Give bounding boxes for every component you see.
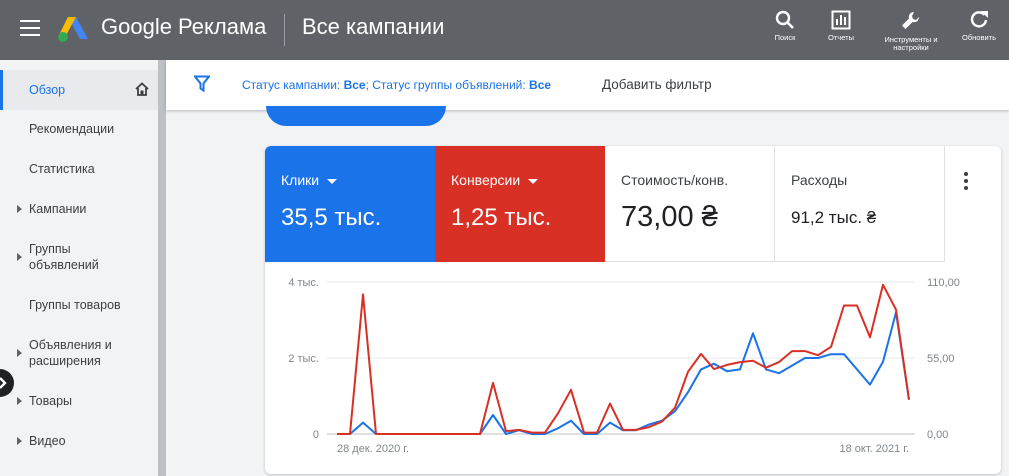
sidebar-item-campaigns[interactable]: Кампании <box>0 200 158 220</box>
refresh-button[interactable]: Обновить <box>947 10 1009 42</box>
ad-group-status-value: Все <box>529 78 552 92</box>
more-options-icon[interactable] <box>961 172 971 194</box>
y-tick-label-left: 4 тыс. <box>288 277 319 289</box>
expand-arrow-icon <box>17 205 22 213</box>
active-filters[interactable]: Статус кампании: Все; Статус группы объя… <box>242 78 551 92</box>
search-tool-label: Поиск <box>774 33 796 42</box>
sidebar-scrollbar[interactable] <box>158 60 166 476</box>
x-tick-label-start: 28 дек. 2020 г. <box>337 443 409 455</box>
sidebar-item-label: Группы товаров <box>29 298 121 312</box>
filter-icon[interactable] <box>194 75 210 93</box>
wrench-icon <box>902 11 920 30</box>
sidebar-item-ad-groups[interactable]: Группы объявлений <box>0 240 158 276</box>
metric-conversions-label: Конверсии <box>451 172 521 188</box>
collapse-sidebar-button[interactable] <box>0 369 14 397</box>
reports-tool-label: Отчеты <box>828 33 854 42</box>
header-divider <box>284 14 285 46</box>
sidebar-item-label: Кампании <box>29 202 87 216</box>
menu-icon[interactable] <box>20 20 40 36</box>
sidebar-item-product-groups[interactable]: Группы товаров <box>0 296 158 316</box>
reports-tool-button[interactable]: Отчеты <box>809 10 873 42</box>
performance-chart: 0 2 тыс. 4 тыс. 0,00 55,00 110,00 28 дек. 2020… <box>288 277 960 455</box>
y-tick-label-right: 110,00 <box>927 277 960 289</box>
sidebar-item-label: Обзор <box>29 83 66 97</box>
metric-clicks-value: 35,5 тыс. <box>281 204 382 231</box>
expand-arrow-icon <box>17 349 22 357</box>
expand-arrow-icon <box>17 397 22 405</box>
search-icon <box>775 10 794 29</box>
y-tick-label-left: 2 тыс. <box>288 353 319 365</box>
ad-group-status-label: ; Статус группы объявлений: <box>365 78 530 92</box>
metric-conversions[interactable]: Конверсии 1,25 тыс. <box>435 146 605 262</box>
sidebar-item-statistics[interactable]: Статистика <box>0 160 158 180</box>
sidebar-item-label: Видео <box>29 434 66 448</box>
caret-down-icon <box>327 178 338 184</box>
brand-name: Google Реклама <box>101 14 267 39</box>
sidebar-item-label: Рекомендации <box>29 122 115 136</box>
metric-conversions-value: 1,25 тыс. <box>451 204 552 231</box>
metric-clicks-label: Клики <box>281 172 320 188</box>
page-title[interactable]: Все кампании <box>302 14 444 40</box>
caret-down-icon <box>528 178 539 184</box>
metric-spend[interactable]: Расходы 91,2 тыс. ₴ <box>775 146 945 262</box>
metric-spend-value: 91,2 тыс. ₴ <box>791 208 877 227</box>
chevron-right-icon <box>0 377 7 389</box>
sidebar-item-products[interactable]: Товары <box>0 392 158 412</box>
x-tick-label-end: 18 окт. 2021 г. <box>839 443 909 455</box>
y-tick-label-right: 55,00 <box>927 353 955 365</box>
metric-clicks-selector[interactable]: Клики <box>281 172 338 188</box>
refresh-label: Обновить <box>962 33 996 42</box>
series-line-conversions <box>337 283 910 435</box>
metric-spend-label: Расходы <box>791 172 848 188</box>
top-app-bar: Google Реклама Все кампании Поиск Отчеты… <box>0 0 1009 60</box>
tools-settings-button[interactable]: Инструменты и настройки <box>879 10 943 52</box>
google-ads-logo <box>58 17 88 42</box>
home-icon <box>135 82 149 96</box>
performance-card: Клики 35,5 тыс. Конверсии 1,25 тыс. Стои… <box>265 146 1001 474</box>
y-tick-label-left: 0 <box>313 429 319 441</box>
partial-blue-button[interactable] <box>266 106 446 126</box>
metric-conversions-selector[interactable]: Конверсии <box>451 172 539 188</box>
sidebar-item-overview[interactable]: Обзор <box>0 70 158 110</box>
expand-arrow-icon <box>17 437 22 445</box>
metric-clicks[interactable]: Клики 35,5 тыс. <box>265 146 435 262</box>
search-tool-button[interactable]: Поиск <box>753 10 817 42</box>
reports-icon <box>831 10 851 30</box>
y-tick-label-right: 0,00 <box>927 429 948 441</box>
series-line-clicks <box>337 311 910 435</box>
sidebar-item-video[interactable]: Видео <box>0 432 158 452</box>
expand-arrow-icon <box>17 253 22 261</box>
sidebar-item-label: Объявления и расширения <box>29 338 112 368</box>
campaign-status-value: Все <box>343 78 366 92</box>
metric-cost-value: 73,00 ₴ <box>621 201 718 233</box>
sidebar-item-label: Статистика <box>29 162 95 176</box>
sidebar: Обзор Рекомендации Статистика Кампании Г… <box>0 60 166 476</box>
refresh-icon <box>970 11 988 28</box>
sidebar-item-recommendations[interactable]: Рекомендации <box>0 120 158 140</box>
metric-cost-per-conversion[interactable]: Стоимость/конв. 73,00 ₴ <box>605 146 775 262</box>
tools-settings-label: Инструменты и настройки <box>884 35 938 52</box>
metric-cost-label: Стоимость/конв. <box>621 172 729 188</box>
sidebar-item-label: Товары <box>29 394 72 408</box>
sidebar-item-ads-extensions[interactable]: Объявления и расширения <box>0 336 158 372</box>
add-filter-button[interactable]: Добавить фильтр <box>602 77 712 92</box>
sidebar-item-label: Группы объявлений <box>29 242 99 272</box>
campaign-status-label: Статус кампании: <box>242 78 344 92</box>
